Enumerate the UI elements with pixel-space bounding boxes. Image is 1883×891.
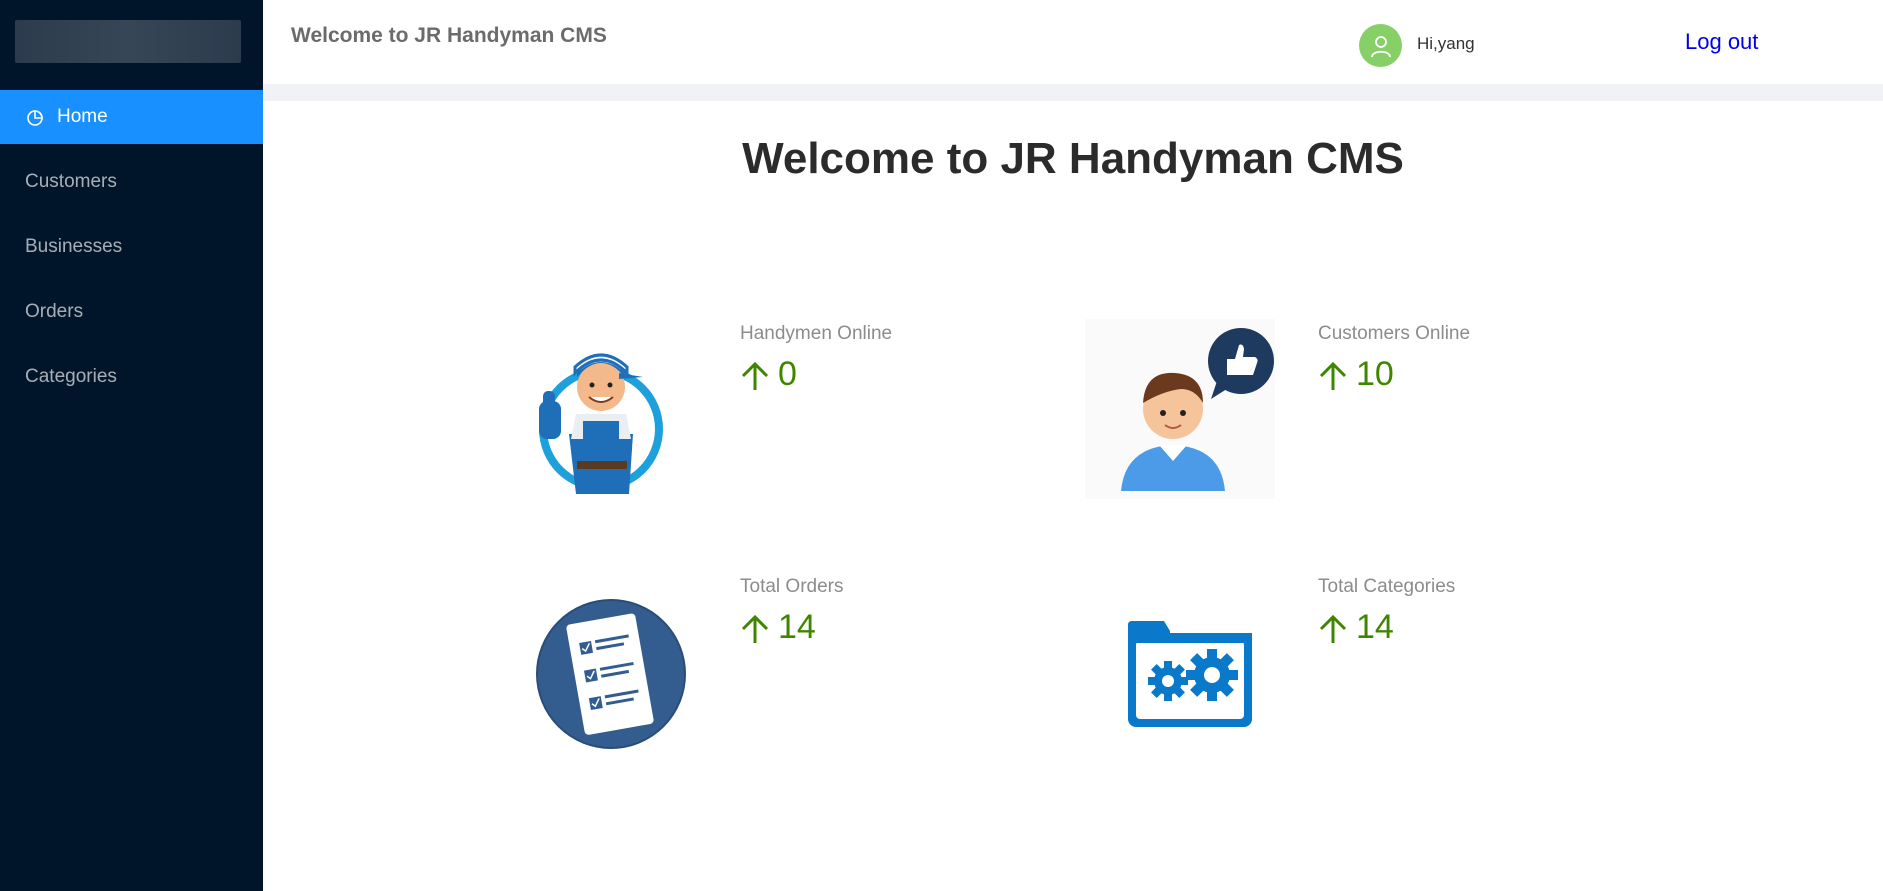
arrow-up-icon [740, 358, 770, 392]
page-title: Welcome to JR Handyman CMS [742, 134, 1404, 183]
main-content: Welcome to JR Handyman CMS Handymen Onli… [263, 101, 1883, 891]
sidebar-item-label: Orders [25, 301, 84, 322]
arrow-up-icon [740, 611, 770, 645]
sidebar-item-home[interactable]: Home [0, 90, 263, 144]
header: Welcome to JR Handyman CMS Hi,yang Log o… [263, 0, 1883, 84]
checklist-icon [535, 598, 687, 755]
sidebar-item-label: Categories [25, 366, 117, 387]
stat-value-handymen-online: 0 [740, 355, 797, 394]
sidebar-item-businesses[interactable]: Businesses [0, 220, 263, 274]
stat-value-total-orders: 14 [740, 608, 816, 647]
sidebar-item-label: Businesses [25, 236, 123, 257]
sidebar-item-customers[interactable]: Customers [0, 155, 263, 209]
stat-number: 14 [778, 608, 816, 646]
sidebar: Home Customers Businesses Orders Categor… [0, 0, 263, 891]
stat-label-total-categories: Total Categories [1318, 576, 1456, 597]
arrow-up-icon [1318, 611, 1348, 645]
sidebar-menu: Home Customers Businesses Orders Categor… [0, 90, 263, 415]
pie-chart-icon [25, 107, 45, 127]
sidebar-item-categories[interactable]: Categories [0, 350, 263, 404]
logout-link[interactable]: Log out [1685, 29, 1758, 55]
stat-label-customers-online: Customers Online [1318, 323, 1471, 344]
stat-number: 0 [778, 355, 797, 393]
handyman-illustration [521, 329, 663, 504]
stat-number: 10 [1356, 355, 1394, 393]
arrow-up-icon [1318, 358, 1348, 392]
stat-label-handymen-online: Handymen Online [740, 323, 893, 344]
stat-label-total-orders: Total Orders [740, 576, 844, 597]
sidebar-item-orders[interactable]: Orders [0, 285, 263, 339]
logo [15, 20, 241, 63]
sidebar-item-label: Customers [25, 171, 117, 192]
sidebar-item-label: Home [57, 106, 108, 127]
user-greeting: Hi,yang [1417, 34, 1475, 53]
stat-value-total-categories: 14 [1318, 608, 1394, 647]
folder-gear-icon [1126, 619, 1254, 734]
stat-number: 14 [1356, 608, 1394, 646]
customer-thumbs-up-illustration [1085, 319, 1275, 504]
header-title: Welcome to JR Handyman CMS [291, 24, 607, 47]
stat-value-customers-online: 10 [1318, 355, 1394, 394]
avatar[interactable] [1359, 24, 1402, 67]
user-icon [1370, 35, 1391, 57]
header-divider [263, 84, 1883, 101]
